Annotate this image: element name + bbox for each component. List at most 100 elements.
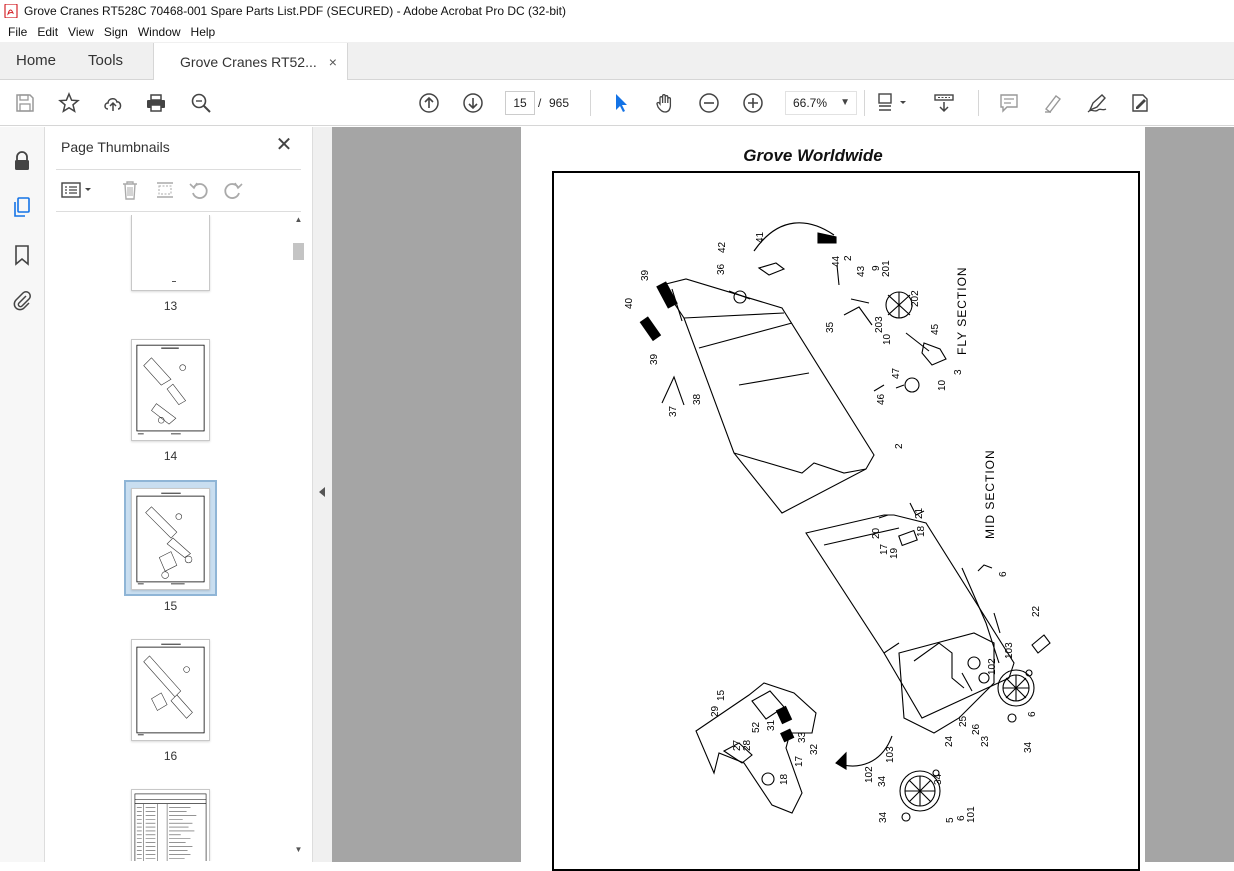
thumbnail-options-icon[interactable]	[60, 179, 96, 201]
tab-home[interactable]: Home	[0, 42, 72, 79]
callout-label: 102	[987, 658, 998, 675]
scroll-up-icon[interactable]: ▲	[290, 215, 307, 229]
thumbnail-label: 15	[163, 599, 178, 613]
callout-label: 19	[889, 547, 900, 559]
sign-pen-icon[interactable]	[1085, 91, 1109, 115]
toolbar-divider	[590, 90, 591, 116]
callout-label: 103	[1004, 642, 1015, 659]
select-cursor-icon[interactable]	[609, 91, 633, 115]
tab-tools[interactable]: Tools	[72, 42, 139, 79]
print-icon[interactable]	[144, 91, 168, 115]
left-navigation-rail	[0, 127, 45, 862]
menu-view[interactable]: View	[64, 25, 98, 39]
extract-pages-icon[interactable]	[153, 179, 177, 201]
thumbnail-page-13[interactable]	[131, 215, 210, 291]
thumbnail-page-15[interactable]	[131, 488, 210, 590]
callout-label: 38	[692, 393, 703, 405]
thumbnail-page-17[interactable]	[131, 789, 210, 861]
bookmarks-icon[interactable]	[10, 243, 34, 267]
scroll-down-icon[interactable]: ▼	[290, 845, 307, 859]
page-number-input[interactable]: 15	[505, 91, 535, 115]
parts-exploded-drawing: 42 41 36 44 43 2 9 201 202 40 39 39 35 2…	[624, 222, 1051, 823]
callout-label: 2	[894, 443, 905, 449]
tab-close-icon[interactable]: ×	[329, 54, 337, 70]
callout-label: 45	[930, 323, 941, 335]
next-page-icon[interactable]	[461, 91, 485, 115]
callout-label: 43	[856, 265, 867, 277]
lock-icon[interactable]	[10, 149, 34, 173]
menu-help[interactable]: Help	[187, 25, 220, 39]
callout-label: 35	[825, 321, 836, 333]
callout-label: 52	[751, 721, 762, 733]
zoom-level-value: 66.7%	[793, 96, 828, 110]
attachments-paperclip-icon[interactable]	[10, 288, 34, 312]
tab-bar: Home Tools Grove Cranes RT52... ×	[0, 42, 1234, 80]
callout-label: 20	[871, 527, 882, 539]
comment-icon[interactable]	[997, 91, 1021, 115]
rotate-counterclockwise-icon[interactable]	[187, 179, 211, 201]
tab-document-label: Grove Cranes RT52...	[180, 53, 317, 70]
callout-label: 2	[843, 255, 854, 261]
bookmark-star-icon[interactable]	[57, 91, 81, 115]
callout-label: 34	[877, 775, 888, 787]
menu-sign[interactable]: Sign	[100, 25, 132, 39]
hand-tool-icon[interactable]	[653, 91, 677, 115]
document-view[interactable]: Grove Worldwide 42 41 36 44 43 2 9 201 2…	[332, 127, 1234, 871]
callout-label: 34	[933, 773, 944, 785]
toolbar-divider	[864, 90, 865, 116]
scroll-mode-icon[interactable]	[932, 91, 956, 115]
scrollbar-thumb[interactable]	[293, 243, 304, 260]
callout-label: 5	[945, 817, 956, 823]
callout-label: 26	[971, 723, 982, 735]
callout-label: 24	[944, 735, 955, 747]
panel-divider	[56, 169, 301, 170]
callout-label: 10	[882, 333, 893, 345]
collapse-panel-arrow-icon[interactable]	[319, 487, 325, 497]
mid-section-label: MID SECTION	[983, 449, 997, 539]
thumbnail-label: 13	[163, 299, 178, 313]
panel-close-icon[interactable]: ✕	[274, 135, 294, 155]
cloud-upload-icon[interactable]	[101, 91, 125, 115]
page-thumbnails-icon[interactable]	[10, 195, 34, 219]
callout-label: 25	[958, 715, 969, 727]
callout-label: 39	[640, 269, 651, 281]
callout-label: 6	[998, 571, 1009, 577]
callout-label: 201	[881, 260, 892, 277]
callout-label: 34	[878, 811, 889, 823]
callout-label: 40	[624, 297, 635, 309]
callout-label: 22	[1031, 605, 1042, 617]
rotate-clockwise-icon[interactable]	[221, 179, 245, 201]
menu-edit[interactable]: Edit	[33, 25, 62, 39]
menu-window[interactable]: Window	[134, 25, 185, 39]
callout-label: 47	[891, 367, 902, 379]
chevron-down-icon: ▼	[840, 97, 850, 108]
pdf-page: Grove Worldwide 42 41 36 44 43 2 9 201 2…	[521, 127, 1145, 871]
previous-page-icon[interactable]	[417, 91, 441, 115]
panel-splitter[interactable]	[312, 127, 332, 862]
zoom-search-icon[interactable]	[189, 91, 213, 115]
menu-file[interactable]: File	[4, 25, 31, 39]
save-icon[interactable]	[13, 91, 37, 115]
fill-sign-icon[interactable]	[1128, 91, 1152, 115]
callout-label: 18	[916, 525, 927, 537]
thumbnail-label: 16	[163, 749, 178, 763]
callout-label: 29	[710, 705, 721, 717]
callout-label: 44	[831, 255, 842, 267]
zoom-in-icon[interactable]	[741, 91, 765, 115]
toolbar-divider	[978, 90, 979, 116]
callout-label: 10	[937, 379, 948, 391]
zoom-level-select[interactable]: 66.7% ▼	[785, 91, 857, 115]
page-fit-icon[interactable]	[876, 91, 910, 115]
parts-drawing-frame: 42 41 36 44 43 2 9 201 202 40 39 39 35 2…	[552, 171, 1140, 871]
fly-section-label: FLY SECTION	[955, 266, 969, 355]
thumbnail-list: 13 14 15 16	[46, 215, 290, 861]
page-thumbnails-panel: Page Thumbnails ✕ 13 14 15 16 ▲ ▼	[46, 127, 312, 862]
thumbnail-page-14[interactable]	[131, 339, 210, 441]
thumbnail-scrollbar[interactable]: ▲ ▼	[290, 215, 307, 859]
highlight-pen-icon[interactable]	[1041, 91, 1065, 115]
tab-document[interactable]: Grove Cranes RT52... ×	[153, 43, 348, 80]
document-header: Grove Worldwide	[743, 146, 883, 165]
thumbnail-page-16[interactable]	[131, 639, 210, 741]
delete-trash-icon[interactable]	[118, 179, 142, 201]
zoom-out-icon[interactable]	[697, 91, 721, 115]
